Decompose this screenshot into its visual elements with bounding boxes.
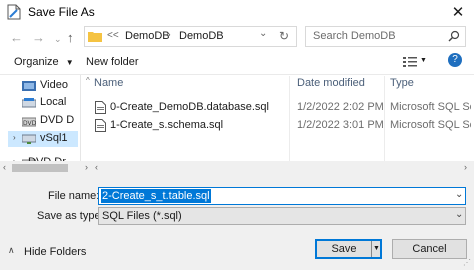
- sidebar-item-label: Video: [40, 79, 68, 91]
- network-drive-icon: [22, 134, 36, 144]
- help-icon[interactable]: ?: [448, 53, 462, 67]
- sidebar-item-label: vSql1: [40, 132, 68, 144]
- sidebar-item-dvd-drive[interactable]: DVD DVD D: [8, 113, 78, 129]
- recent-dropdown-icon[interactable]: ⌄: [54, 34, 62, 45]
- column-header-name[interactable]: Name: [94, 77, 123, 89]
- scrollbar-thumb[interactable]: [12, 164, 68, 172]
- save-label: Save: [331, 243, 357, 255]
- view-dropdown-icon[interactable]: ▼: [420, 57, 427, 64]
- table-row[interactable]: 0-Create_DemoDB.database.sql 1/2/2022 2:…: [91, 99, 471, 115]
- file-name: 0-Create_DemoDB.database.sql: [110, 101, 269, 113]
- search-icon[interactable]: [448, 30, 460, 42]
- column-header-type[interactable]: Type: [390, 77, 414, 89]
- search-input[interactable]: Search DemoDB: [313, 30, 396, 42]
- horizontal-scrollbar[interactable]: ‹ › ‹ ›: [0, 161, 474, 175]
- document-icon: [7, 4, 21, 20]
- video-folder-icon: [22, 80, 36, 92]
- svg-text:DVD: DVD: [23, 120, 36, 127]
- view-options-icon[interactable]: [403, 56, 417, 68]
- sidebar-item-label: DVD D: [40, 114, 75, 126]
- up-arrow-icon[interactable]: ↑: [67, 30, 74, 45]
- file-name-value[interactable]: 2-Create_s_t.table.sql: [101, 189, 211, 203]
- file-name: 1-Create_s.schema.sql: [110, 119, 224, 131]
- drive-icon: [22, 98, 36, 108]
- folder-icon: [88, 30, 102, 42]
- save-type-label: Save as type:: [37, 210, 104, 222]
- save-type-value: SQL Files (*.sql): [102, 210, 182, 222]
- save-type-select[interactable]: SQL Files (*.sql) ⌄: [98, 207, 466, 225]
- table-row[interactable]: 1-Create_s.schema.sql 1/2/2022 3:01 PM M…: [91, 117, 471, 133]
- expand-chevron-icon[interactable]: ›: [13, 133, 16, 142]
- sql-file-icon: [95, 101, 106, 114]
- forward-arrow-icon[interactable]: →: [32, 30, 45, 45]
- save-button[interactable]: Save ▼: [315, 239, 382, 259]
- sidebar-item-videos[interactable]: Video: [8, 78, 78, 94]
- window-title: Save File As: [28, 5, 95, 19]
- sql-file-icon: [95, 119, 106, 132]
- organize-menu[interactable]: Organize ▼: [14, 56, 74, 68]
- file-type: Microsoft SQL Ser: [390, 101, 471, 113]
- hide-folders-button[interactable]: Hide Folders: [24, 246, 86, 258]
- file-date: 1/2/2022 3:01 PM: [297, 119, 384, 131]
- column-header-date[interactable]: Date modified: [297, 77, 365, 89]
- file-type: Microsoft SQL Ser: [390, 119, 471, 131]
- sort-up-icon: ^: [86, 76, 90, 85]
- dvd-drive-icon: DVD: [22, 115, 36, 127]
- dropdown-arrow-icon: ▼: [65, 58, 74, 67]
- breadcrumb-item-2[interactable]: DemoDB: [179, 30, 224, 42]
- chevron-right-icon: ›: [167, 29, 171, 41]
- chevron-down-icon[interactable]: ⌄: [455, 189, 463, 200]
- sidebar-item-vsql[interactable]: › vSql1: [8, 131, 78, 147]
- cancel-button[interactable]: Cancel: [392, 239, 467, 259]
- breadcrumb-overflow[interactable]: <<: [107, 30, 119, 41]
- sidebar-item-label: Local: [40, 96, 67, 108]
- organize-label: Organize: [14, 56, 59, 68]
- new-folder-button[interactable]: New folder: [86, 56, 139, 68]
- scroll-right-icon[interactable]: ›: [85, 162, 88, 172]
- split-divider: [371, 241, 372, 257]
- refresh-icon[interactable]: ↻: [279, 29, 289, 43]
- scroll-left-icon[interactable]: ‹: [3, 162, 6, 172]
- address-bar[interactable]: << DemoDB › DemoDB ⌄ ↻: [84, 26, 297, 47]
- close-icon[interactable]: ✕: [449, 3, 467, 21]
- file-name-label: File name:: [48, 190, 100, 202]
- title-bar: Save File As ✕: [0, 0, 474, 25]
- navigation-pane: Video Local DVD DVD D › vSql1 › DVD DVD …: [0, 75, 81, 175]
- save-dropdown-icon[interactable]: ▼: [373, 241, 380, 257]
- sidebar-item-local-disk[interactable]: Local: [8, 95, 78, 111]
- chevron-up-icon[interactable]: ∧: [8, 245, 15, 256]
- file-date: 1/2/2022 2:02 PM: [297, 101, 384, 113]
- back-arrow-icon[interactable]: ←: [10, 30, 23, 45]
- chevron-down-icon[interactable]: ⌄: [455, 209, 463, 220]
- resize-grip-icon[interactable]: ⋰: [463, 258, 471, 267]
- file-name-field[interactable]: 2-Create_s_t.table.sql ⌄: [98, 187, 466, 205]
- scroll-right-icon[interactable]: ›: [464, 162, 467, 172]
- command-bar: Organize ▼ New folder ▼ ?: [0, 52, 474, 75]
- breadcrumb-item-1[interactable]: DemoDB: [125, 30, 170, 42]
- chevron-down-icon[interactable]: ⌄: [259, 28, 267, 39]
- scroll-left-icon[interactable]: ‹: [95, 162, 98, 172]
- search-box[interactable]: Search DemoDB: [305, 26, 466, 47]
